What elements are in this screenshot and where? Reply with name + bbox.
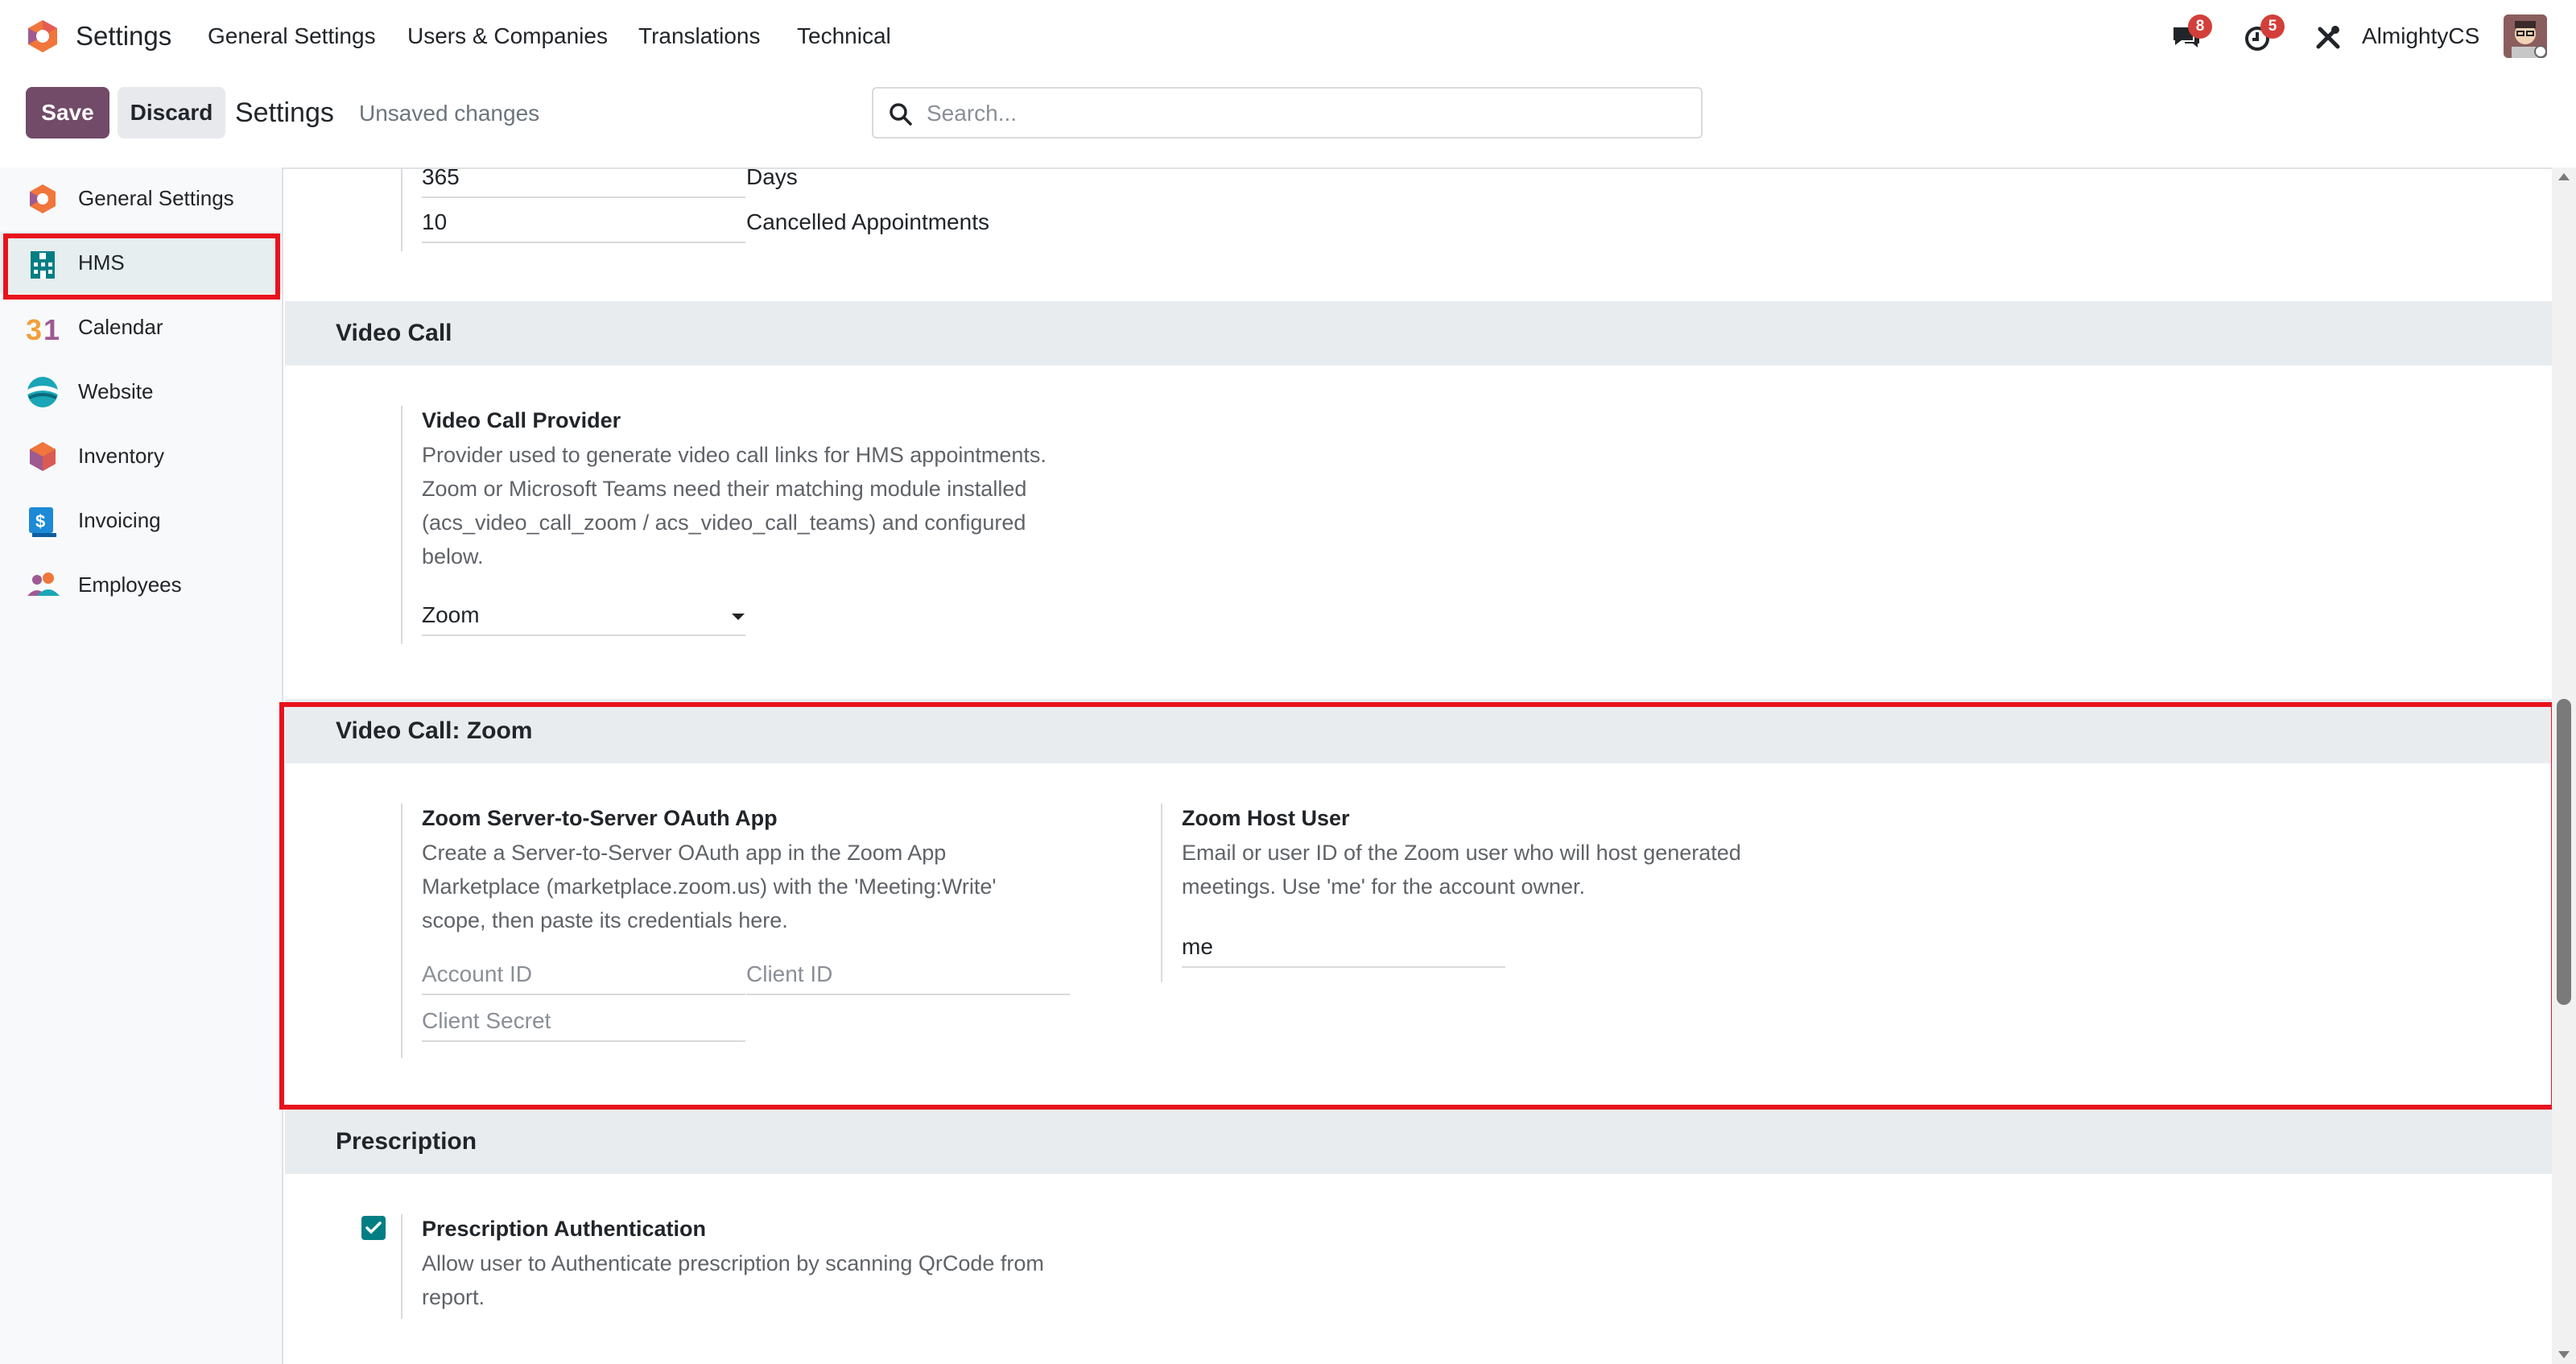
- discard-button[interactable]: Discard: [118, 87, 225, 138]
- odoo-logo-icon: [30, 184, 56, 213]
- video-call-provider-title: Video Call Provider: [422, 408, 621, 432]
- section-title: Prescription: [336, 1128, 477, 1155]
- prescription-authentication-desc-line: Allow user to Authenticate prescription …: [422, 1251, 1044, 1275]
- menu-translations[interactable]: Translations: [638, 18, 760, 55]
- setting-divider: [401, 1214, 402, 1319]
- client-secret-field[interactable]: Client Secret: [422, 1005, 745, 1042]
- zoom-host-user-title: Zoom Host User: [1182, 806, 1350, 830]
- employees-icon: [27, 572, 60, 596]
- activities-badge: 5: [2260, 14, 2285, 39]
- control-panel: Save Discard Settings Unsaved changes: [0, 72, 2576, 169]
- setting-divider: [1161, 804, 1162, 982]
- scroll-down-icon[interactable]: [2552, 1345, 2576, 1364]
- client-id-field[interactable]: Client ID: [746, 958, 1070, 995]
- debug-tools-icon[interactable]: [2310, 18, 2347, 55]
- video-call-provider-desc-line: Provider used to generate video call lin…: [422, 443, 1046, 467]
- scroll-up-icon[interactable]: [2552, 167, 2576, 187]
- cancelled-appointments-field[interactable]: 10: [422, 206, 745, 243]
- zoom-host-user-desc-line: Email or user ID of the Zoom user who wi…: [1182, 841, 1741, 865]
- sidebar-item-website[interactable]: Website: [0, 361, 282, 422]
- account-id-field[interactable]: Account ID: [422, 958, 745, 995]
- prescription-authentication-checkbox[interactable]: [361, 1216, 386, 1240]
- messages-badge: 8: [2188, 14, 2212, 39]
- video-call-provider-select[interactable]: Zoom: [422, 599, 745, 636]
- section-title: Video Call: [336, 320, 452, 346]
- sidebar-item-label: Inventory: [78, 444, 164, 468]
- section-title: Video Call: Zoom: [336, 717, 533, 744]
- settings-content: 365 Days 10 Cancelled Appointments Video…: [285, 167, 2552, 1364]
- sidebar-item-calendar[interactable]: 3 1 Calendar: [0, 296, 282, 358]
- inventory-icon: [30, 442, 56, 471]
- unsaved-changes-status: Unsaved changes: [359, 101, 540, 126]
- user-name[interactable]: AlmightyCS: [2362, 18, 2479, 55]
- svg-text:1: 1: [43, 313, 60, 345]
- website-icon: [27, 377, 58, 407]
- days-unit: Days: [746, 167, 798, 189]
- zoom-host-user-field[interactable]: me: [1182, 931, 1505, 968]
- settings-sidebar: General Settings HMS 3 1 Calendar Websit…: [0, 167, 283, 1364]
- messages-icon[interactable]: 8: [2169, 14, 2212, 55]
- video-call-provider-desc-line: (acs_video_call_zoom / acs_video_call_te…: [422, 510, 1026, 535]
- svg-text:3: 3: [26, 313, 42, 345]
- section-header-video-call: Video Call: [285, 301, 2552, 366]
- caret-down-icon: [732, 614, 745, 620]
- sidebar-item-label: Website: [78, 379, 154, 403]
- sidebar-item-inventory[interactable]: Inventory: [0, 425, 282, 486]
- menu-users-companies[interactable]: Users & Companies: [407, 18, 608, 55]
- zoom-oauth-desc-line: Create a Server-to-Server OAuth app in t…: [422, 841, 947, 865]
- scrollbar-thumb[interactable]: [2557, 699, 2571, 1005]
- calendar-icon: 3 1: [26, 313, 60, 345]
- zoom-oauth-desc-line: scope, then paste its credentials here.: [422, 908, 788, 932]
- sidebar-item-hms[interactable]: HMS: [0, 232, 282, 293]
- check-icon: [365, 1221, 382, 1234]
- save-button[interactable]: Save: [26, 87, 109, 138]
- avatar[interactable]: [2504, 14, 2547, 58]
- breadcrumb: Settings: [235, 97, 334, 128]
- sidebar-item-invoicing[interactable]: $ Invoicing: [0, 490, 282, 551]
- section-header-prescription: Prescription: [285, 1110, 2552, 1174]
- sidebar-item-label: Invoicing: [78, 508, 161, 532]
- menu-general-settings[interactable]: General Settings: [208, 18, 376, 55]
- video-call-provider-desc-line: below.: [422, 544, 484, 568]
- hospital-icon: [31, 251, 55, 279]
- cancelled-appointments-unit: Cancelled Appointments: [746, 209, 989, 234]
- setting-divider: [401, 804, 402, 1058]
- menu-technical[interactable]: Technical: [797, 18, 891, 55]
- sidebar-item-label: General Settings: [78, 186, 234, 210]
- zoom-host-user-desc-line: meetings. Use 'me' for the account owner…: [1182, 874, 1586, 899]
- sidebar-item-label: HMS: [78, 250, 125, 275]
- sidebar-item-label: Employees: [78, 572, 182, 597]
- zoom-oauth-desc-line: Marketplace (marketplace.zoom.us) with t…: [422, 874, 997, 899]
- setting-divider: [401, 406, 402, 644]
- odoo-logo-icon[interactable]: [24, 18, 61, 55]
- svg-text:$: $: [35, 511, 45, 531]
- search-box[interactable]: [872, 87, 1703, 138]
- sidebar-item-label: Calendar: [78, 315, 163, 339]
- app-title[interactable]: Settings: [76, 18, 171, 55]
- top-navbar: Settings General Settings Users & Compan…: [0, 0, 2576, 72]
- section-header-video-call-zoom: Video Call: Zoom: [285, 699, 2552, 763]
- days-field[interactable]: 365: [422, 167, 745, 198]
- invoicing-icon: $: [29, 507, 56, 537]
- sidebar-item-employees[interactable]: Employees: [0, 554, 282, 615]
- setting-divider: [401, 167, 402, 251]
- activities-icon[interactable]: 5: [2241, 14, 2285, 55]
- video-call-provider-desc-line: Zoom or Microsoft Teams need their match…: [422, 477, 1027, 501]
- select-value: Zoom: [422, 602, 480, 627]
- sidebar-item-general-settings[interactable]: General Settings: [0, 167, 282, 229]
- search-input[interactable]: [925, 97, 1685, 130]
- prescription-authentication-title: Prescription Authentication: [422, 1217, 707, 1241]
- scrollbar[interactable]: [2552, 167, 2576, 1364]
- search-icon: [890, 103, 912, 126]
- prescription-authentication-desc-line: report.: [422, 1285, 485, 1309]
- zoom-oauth-title: Zoom Server-to-Server OAuth App: [422, 806, 778, 830]
